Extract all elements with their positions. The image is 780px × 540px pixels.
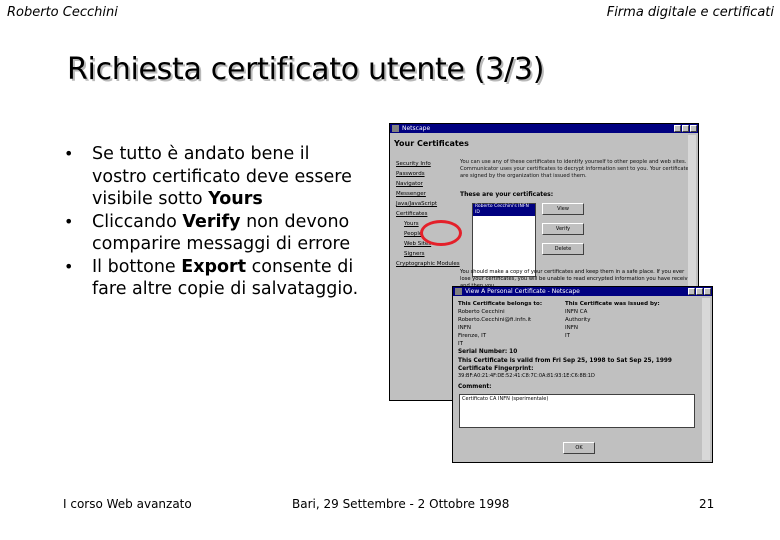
subject-line: IT — [458, 341, 463, 347]
nav-item: Signers — [404, 251, 425, 257]
minimize-icon — [688, 288, 695, 295]
nav-item: Cryptographic Modules — [396, 261, 460, 267]
comment-label: Comment: — [458, 384, 492, 390]
maximize-icon — [682, 125, 689, 132]
section-heading: Your Certificates — [394, 139, 469, 148]
subject-line: Firenze, IT — [458, 333, 487, 339]
bullet-icon: • — [64, 256, 74, 276]
window-title: View A Personal Certificate - Netscape — [465, 288, 580, 295]
bullet-keyword: Export — [181, 256, 247, 277]
bullet-icon: • — [64, 211, 74, 231]
nav-item: Messenger — [396, 191, 426, 197]
security-nav: Security Info Passwords Navigator Messen… — [396, 159, 460, 269]
nav-item: Certificates — [396, 211, 428, 217]
bullet-item: • Cliccando Verify non devono comparire … — [64, 211, 364, 256]
highlight-circle — [420, 220, 462, 246]
view-button: View — [542, 203, 584, 215]
fingerprint-value: 39:BF:A0:21:4F:DE:52:41:C8:7C:0A:81:93:1… — [458, 373, 595, 379]
bullet-item: • Il bottone Export consente di fare alt… — [64, 256, 364, 301]
header-topic: Firma digitale e certificati — [606, 5, 774, 20]
list-heading: These are your certificates: — [460, 191, 554, 198]
minimize-icon — [674, 125, 681, 132]
subject-info: This Certificate belongs to: Roberto Cec… — [458, 300, 542, 348]
header-author: Roberto Cecchini — [7, 5, 118, 20]
view-certificate-window-screenshot: View A Personal Certificate - Netscape T… — [452, 286, 713, 463]
window-titlebar: View A Personal Certificate - Netscape — [453, 287, 712, 296]
nav-item: Security Info — [396, 161, 431, 167]
window-title: Netscape — [402, 125, 431, 132]
delete-button: Delete — [542, 243, 584, 255]
ok-button: OK — [563, 442, 595, 454]
verify-button: Verify — [542, 223, 584, 235]
window-titlebar: Netscape — [390, 124, 698, 133]
subject-line: INFN — [458, 325, 472, 331]
close-icon — [704, 288, 711, 295]
footer-course: I corso Web avanzato — [63, 497, 192, 511]
footer-date: Bari, 29 Settembre - 2 Ottobre 1998 — [292, 497, 510, 511]
maximize-icon — [696, 288, 703, 295]
selected-certificate: Roberto Cecchini's INFN ID — [473, 204, 535, 216]
slide-title: Richiesta certificato utente (3/3) — [67, 52, 545, 87]
bullet-keyword: Yours — [208, 189, 263, 209]
subject-heading: This Certificate belongs to: — [458, 301, 543, 307]
bullet-keyword: Verify — [182, 211, 241, 232]
bullet-list: • Se tutto è andato bene il vostro certi… — [64, 143, 364, 301]
issuer-line: INFN CA — [565, 309, 588, 315]
fingerprint-label: Certificate Fingerprint: — [458, 366, 534, 372]
nav-item: Passwords — [396, 171, 425, 177]
bullet-text: Il bottone — [92, 256, 182, 277]
subject-line: Roberto Cecchini — [458, 309, 505, 315]
page-number: 21 — [699, 497, 715, 511]
bullet-text: Cliccando — [92, 211, 183, 232]
issuer-line: IT — [565, 333, 570, 339]
bullet-item: • Se tutto è andato bene il vostro certi… — [64, 143, 364, 211]
issuer-info: This Certificate was issued by: INFN CA … — [565, 300, 660, 340]
comment-box: Certificato CA INFN (sperimentale) — [459, 394, 695, 428]
issuer-line: Authority — [565, 317, 591, 323]
netscape-icon — [455, 288, 462, 295]
netscape-icon — [392, 125, 399, 132]
window-body: This Certificate belongs to: Roberto Cec… — [455, 298, 710, 460]
nav-item: Java/JavaScript — [396, 201, 438, 207]
bullet-icon: • — [64, 144, 74, 163]
subject-line: Roberto.Cecchini@fi.infn.it — [458, 317, 532, 323]
issuer-heading: This Certificate was issued by: — [565, 301, 660, 307]
close-icon — [690, 125, 697, 132]
issuer-line: INFN — [565, 325, 579, 331]
scrollbar — [702, 298, 710, 460]
window-controls — [688, 288, 711, 295]
validity: This Certificate is valid from Fri Sep 2… — [458, 358, 672, 364]
intro-text: You can use any of these certificates to… — [460, 159, 692, 179]
window-controls — [674, 125, 697, 132]
serial-number: Serial Number: 10 — [458, 349, 518, 355]
certificate-list: Roberto Cecchini's INFN ID — [472, 203, 536, 277]
nav-item: Navigator — [396, 181, 423, 187]
